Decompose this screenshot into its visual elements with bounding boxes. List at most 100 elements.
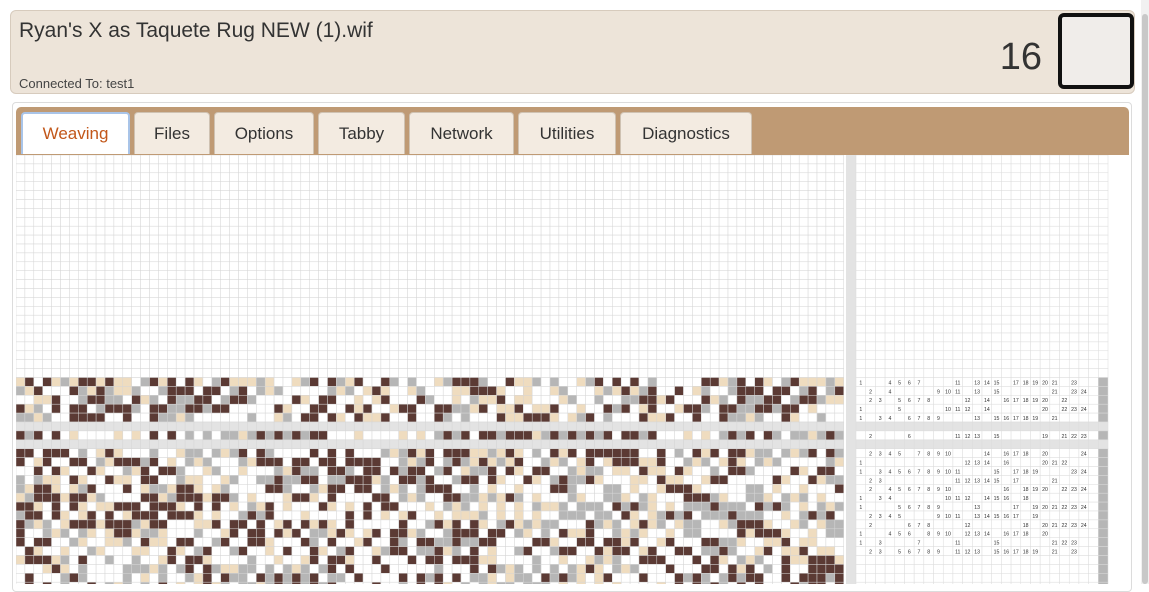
liftplan-number: 17 [1013, 550, 1019, 556]
liftplan-number: 20 [1042, 407, 1048, 413]
tab-utilities[interactable]: Utilities [518, 112, 616, 154]
liftplan-number: 17 [1013, 398, 1019, 404]
liftplan-number: 19 [1032, 550, 1038, 556]
liftplan-number: 13 [974, 532, 980, 538]
liftplan-number: 23 [1071, 469, 1077, 475]
weaving-draft[interactable]: 1 4 5 6 7 11 13 14 15 17 18 19 20 21 232 4 9 10 11 13 15 21 23… [16, 155, 1124, 584]
liftplan-number: 19 [1032, 487, 1038, 493]
liftplan-number: 5 [898, 407, 901, 413]
liftplan-number: 17 [1013, 452, 1019, 458]
liftplan-number: 3 [879, 541, 882, 547]
liftplan-number: 11 [955, 407, 960, 413]
tab-options[interactable]: Options [214, 112, 314, 154]
liftplan-number: 6 [908, 523, 911, 529]
liftplan-grid[interactable]: 1 4 5 6 7 11 13 14 15 17 18 19 20 21 232 4 9 10 11 13 15 21 23… [855, 155, 1109, 584]
liftplan-number: 19 [1032, 398, 1038, 404]
liftplan-number: 8 [927, 398, 930, 404]
liftplan-number: 23 [1071, 389, 1077, 395]
pick-preview-box[interactable] [1058, 13, 1134, 89]
liftplan-number: 5 [898, 487, 901, 493]
liftplan-number: 22 [1061, 461, 1067, 467]
liftplan-number: 6 [908, 380, 911, 386]
liftplan-number: 17 [1013, 478, 1019, 484]
liftplan-number: 5 [898, 505, 901, 511]
liftplan-number: 3 [879, 416, 882, 422]
liftplan-number: 2 [869, 452, 872, 458]
liftplan-number: 5 [898, 452, 901, 458]
liftplan-number: 18 [1023, 487, 1029, 493]
liftplan-number: 11 [955, 541, 960, 547]
liftplan-number: 1 [859, 496, 862, 502]
liftplan-number: 16 [1003, 461, 1009, 467]
liftplan-number: 24 [1081, 389, 1087, 395]
liftplan-number: 7 [918, 550, 921, 556]
tab-diagnostics[interactable]: Diagnostics [620, 112, 752, 154]
liftplan-number: 4 [888, 416, 891, 422]
weave-drawdown-grid[interactable] [16, 155, 856, 584]
liftplan-number: 20 [1042, 523, 1048, 529]
liftplan-number: 19 [1032, 469, 1038, 475]
liftplan-number: 21 [1052, 478, 1058, 484]
liftplan-number: 4 [888, 389, 891, 395]
liftplan-number: 7 [918, 380, 921, 386]
pick-number: 16 [999, 36, 1042, 78]
liftplan-number: 5 [898, 550, 901, 556]
liftplan-number: 17 [1013, 380, 1019, 386]
liftplan-number: 22 [1061, 505, 1067, 511]
liftplan-number: 4 [888, 452, 891, 458]
liftplan-number: 11 [955, 478, 960, 484]
liftplan-number: 16 [1003, 398, 1009, 404]
liftplan-number: 20 [1042, 532, 1048, 538]
liftplan-number: 13 [974, 550, 980, 556]
liftplan-number: 6 [908, 550, 911, 556]
liftplan-number: 13 [974, 461, 980, 467]
tab-tabby[interactable]: Tabby [318, 112, 405, 154]
file-header: Ryan's X as Taquete Rug NEW (1).wif Conn… [10, 10, 1135, 94]
file-title: Ryan's X as Taquete Rug NEW (1).wif [19, 19, 373, 42]
tab-files[interactable]: Files [134, 112, 210, 154]
liftplan-number: 3 [879, 496, 882, 502]
liftplan-number: 19 [1042, 434, 1048, 440]
liftplan-number: 20 [1042, 380, 1048, 386]
liftplan-number: 23 [1071, 487, 1077, 493]
liftplan-number: 20 [1042, 487, 1048, 493]
liftplan-number: 18 [1023, 550, 1029, 556]
liftplan-number: 15 [994, 389, 1000, 395]
liftplan-number: 9 [937, 487, 940, 493]
scrollbar-thumb[interactable] [1142, 14, 1148, 584]
liftplan-number: 4 [888, 532, 891, 538]
liftplan-number: 3 [879, 469, 882, 475]
liftplan-number: 21 [1052, 461, 1058, 467]
liftplan-number: 14 [984, 407, 990, 413]
liftplan-number: 7 [918, 505, 921, 511]
liftplan-number: 15 [994, 434, 1000, 440]
liftplan-number: 23 [1071, 407, 1077, 413]
liftplan-number: 9 [937, 416, 940, 422]
tab-bar: Weaving Files Options Tabby Network Util… [16, 107, 1129, 155]
liftplan-number: 7 [918, 452, 921, 458]
tab-network[interactable]: Network [409, 112, 514, 154]
liftplan-number: 12 [965, 434, 971, 440]
liftplan-number: 23 [1071, 380, 1077, 386]
liftplan-number: 13 [974, 514, 980, 520]
liftplan-number: 15 [994, 550, 1000, 556]
liftplan-number: 22 [1061, 407, 1067, 413]
liftplan-number: 6 [908, 434, 911, 440]
liftplan-number: 15 [994, 541, 1000, 547]
liftplan-number: 9 [937, 505, 940, 511]
liftplan-number: 22 [1061, 523, 1067, 529]
liftplan-number: 21 [1052, 550, 1058, 556]
liftplan-number: 14 [984, 461, 990, 467]
liftplan-number: 12 [965, 532, 971, 538]
liftplan-number: 15 [994, 496, 1000, 502]
liftplan-number: 10 [945, 496, 951, 502]
liftplan-number: 19 [1032, 514, 1038, 520]
liftplan-number: 4 [888, 469, 891, 475]
liftplan-number: 9 [937, 550, 940, 556]
liftplan-number: 11 [955, 496, 960, 502]
liftplan-number: 18 [1023, 469, 1029, 475]
liftplan-number: 19 [1032, 505, 1038, 511]
liftplan-number: 21 [1052, 389, 1058, 395]
tab-weaving[interactable]: Weaving [21, 112, 130, 154]
liftplan-number: 13 [974, 505, 980, 511]
